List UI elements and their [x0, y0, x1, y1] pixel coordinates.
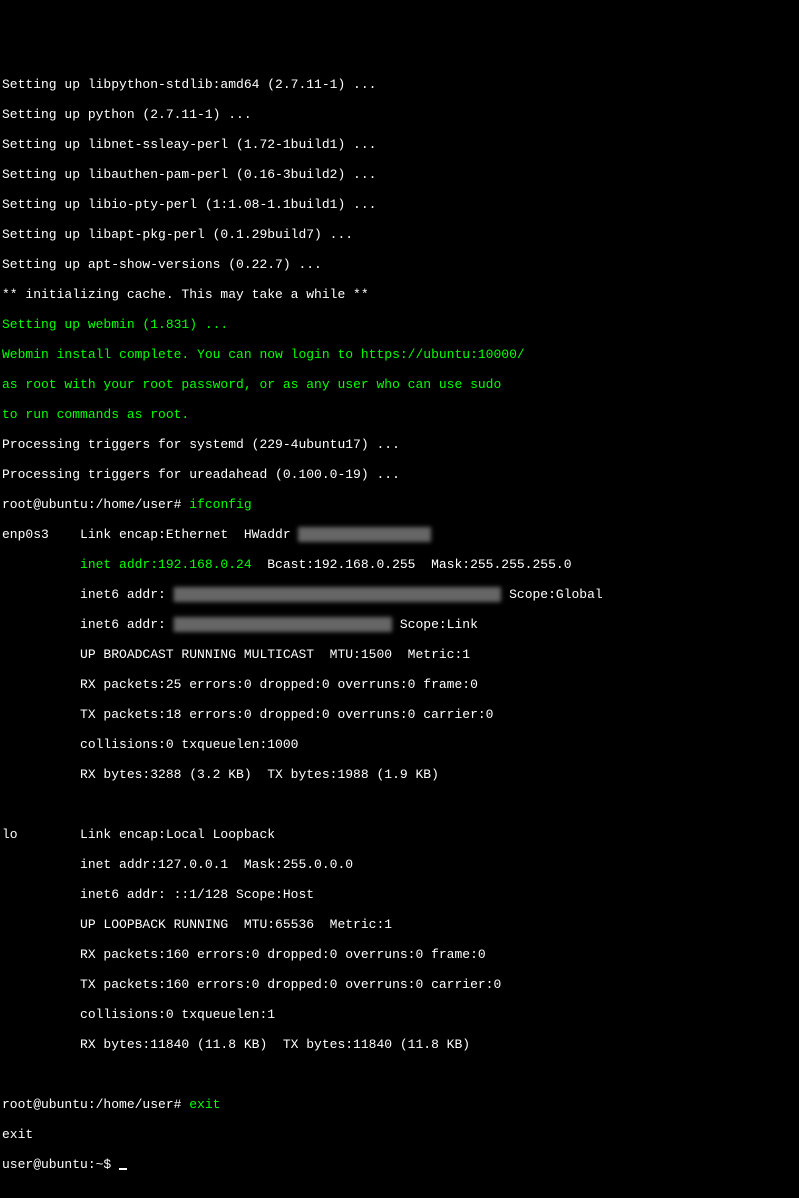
output-line: TX packets:18 errors:0 dropped:0 overrun… — [2, 707, 797, 722]
output-line: Setting up libapt-pkg-perl (0.1.29build7… — [2, 227, 797, 242]
cursor-icon — [119, 1168, 127, 1170]
prompt-text: root@ubuntu:/home/user# — [2, 1097, 189, 1112]
output-line: Setting up libpython-stdlib:amd64 (2.7.1… — [2, 77, 797, 92]
output-line: UP BROADCAST RUNNING MULTICAST MTU:1500 … — [2, 647, 797, 662]
output-line: inet6 addr: ::1/128 Scope:Host — [2, 887, 797, 902]
output-line: RX bytes:3288 (3.2 KB) TX bytes:1988 (1.… — [2, 767, 797, 782]
output-line: RX packets:25 errors:0 dropped:0 overrun… — [2, 677, 797, 692]
output-line: to run commands as root. — [2, 407, 797, 422]
output-line: enp0s3 Link encap:Ethernet HWaddr ██:██:… — [2, 527, 797, 542]
output-line: as root with your root password, or as a… — [2, 377, 797, 392]
output-line: RX bytes:11840 (11.8 KB) TX bytes:11840 … — [2, 1037, 797, 1052]
hwaddr-redacted: ██:██:██:██:██:██ — [298, 527, 431, 542]
inet6-post: Scope:Global — [501, 587, 602, 602]
output-line: ** initializing cache. This may take a w… — [2, 287, 797, 302]
output-line: Setting up libnet-ssleay-perl (1.72-1bui… — [2, 137, 797, 152]
output-line: Setting up python (2.7.11-1) ... — [2, 107, 797, 122]
output-line: UP LOOPBACK RUNNING MTU:65536 Metric:1 — [2, 917, 797, 932]
output-line — [2, 797, 797, 812]
command-text: exit — [189, 1097, 220, 1112]
output-line: Setting up webmin (1.831) ... — [2, 317, 797, 332]
output-line: lo Link encap:Local Loopback — [2, 827, 797, 842]
output-line: inet addr:127.0.0.1 Mask:255.0.0.0 — [2, 857, 797, 872]
prompt-line: root@ubuntu:/home/user# exit — [2, 1097, 797, 1112]
output-line: Setting up apt-show-versions (0.22.7) ..… — [2, 257, 797, 272]
prompt-line[interactable]: user@ubuntu:~$ — [2, 1157, 797, 1172]
prompt-line: root@ubuntu:/home/user# ifconfig — [2, 497, 797, 512]
inet6-post: Scope:Link — [392, 617, 478, 632]
output-line: collisions:0 txqueuelen:1000 — [2, 737, 797, 752]
terminal-output[interactable]: Setting up libpython-stdlib:amd64 (2.7.1… — [2, 62, 797, 1187]
output-line: inet6 addr: ████::████:████:████:████/64… — [2, 617, 797, 632]
output-line: Webmin install complete. You can now log… — [2, 347, 797, 362]
command-text: ifconfig — [189, 497, 251, 512]
output-line: exit — [2, 1127, 797, 1142]
output-line: Setting up libauthen-pam-perl (0.16-3bui… — [2, 167, 797, 182]
inet6-pre: inet6 addr: — [2, 587, 174, 602]
output-line: inet6 addr: ████:████:████:████:████:███… — [2, 587, 797, 602]
output-line — [2, 1067, 797, 1082]
output-line: Setting up libio-pty-perl (1:1.08-1.1bui… — [2, 197, 797, 212]
output-line: inet addr:192.168.0.24 Bcast:192.168.0.2… — [2, 557, 797, 572]
prompt-text: root@ubuntu:/home/user# — [2, 497, 189, 512]
inet6-pre: inet6 addr: — [2, 617, 174, 632]
prompt-text: user@ubuntu:~$ — [2, 1157, 119, 1172]
output-line: Processing triggers for ureadahead (0.10… — [2, 467, 797, 482]
output-line: collisions:0 txqueuelen:1 — [2, 1007, 797, 1022]
inet-rest: Bcast:192.168.0.255 Mask:255.255.255.0 — [252, 557, 572, 572]
output-line: RX packets:160 errors:0 dropped:0 overru… — [2, 947, 797, 962]
inet6-redacted: ████::████:████:████:████/64 — [174, 617, 392, 632]
output-line: Processing triggers for systemd (229-4ub… — [2, 437, 797, 452]
iface-header: enp0s3 Link encap:Ethernet HWaddr — [2, 527, 298, 542]
inet6-redacted: ████:████:████:████:████:████:████:████/… — [174, 587, 502, 602]
inet-addr: inet addr:192.168.0.24 — [2, 557, 252, 572]
output-line: TX packets:160 errors:0 dropped:0 overru… — [2, 977, 797, 992]
